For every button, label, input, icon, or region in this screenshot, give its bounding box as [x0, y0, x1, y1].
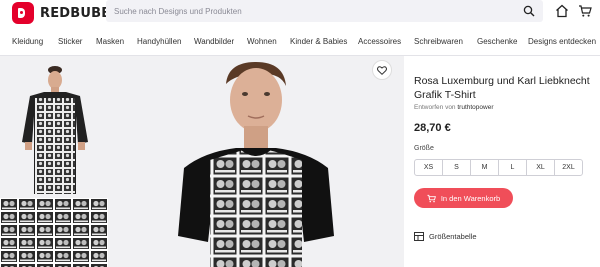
- search-icon[interactable]: [523, 5, 535, 17]
- heart-icon: [377, 65, 387, 75]
- header: REDBUBBLE: [0, 0, 600, 28]
- size-chart-link[interactable]: Größentabelle: [414, 232, 477, 241]
- search-input[interactable]: [114, 6, 514, 16]
- thumbnail-model-image[interactable]: [0, 56, 108, 198]
- designer-prefix: Entworfen von: [414, 104, 456, 111]
- add-to-cart-label: In den Warenkorb: [440, 193, 501, 203]
- redbubble-logo-icon: [12, 2, 34, 24]
- size-chart-icon: [414, 232, 424, 241]
- size-option-xs[interactable]: XS: [414, 159, 443, 176]
- product-main-image[interactable]: [108, 56, 404, 267]
- search-bar[interactable]: [106, 0, 543, 22]
- size-selector: XS S M L XL 2XL: [414, 159, 583, 176]
- nav-item-designs-entdecken[interactable]: Designs entdecken: [528, 37, 596, 46]
- category-nav: Kleidung Sticker Masken Handyhüllen Wand…: [0, 30, 600, 56]
- nav-item-sticker[interactable]: Sticker: [58, 37, 82, 46]
- nav-item-schreibwaren[interactable]: Schreibwaren: [414, 37, 463, 46]
- account-icon[interactable]: [555, 4, 569, 18]
- product-price: 28,70 €: [414, 122, 451, 134]
- cart-icon[interactable]: [578, 4, 592, 18]
- nav-item-wohnen[interactable]: Wohnen: [247, 37, 277, 46]
- thumbnail-pattern-image[interactable]: [0, 198, 108, 267]
- size-option-xl[interactable]: XL: [526, 159, 555, 176]
- nav-item-kleidung[interactable]: Kleidung: [12, 37, 43, 46]
- cart-icon: [427, 194, 436, 202]
- size-label: Größe: [414, 145, 434, 152]
- size-option-2xl[interactable]: 2XL: [554, 159, 583, 176]
- size-option-s[interactable]: S: [442, 159, 471, 176]
- nav-item-accessoires[interactable]: Accessoires: [358, 37, 401, 46]
- nav-item-wandbilder[interactable]: Wandbilder: [194, 37, 234, 46]
- nav-item-kinder-babies[interactable]: Kinder & Babies: [290, 37, 347, 46]
- add-to-cart-button[interactable]: In den Warenkorb: [414, 188, 513, 208]
- thumbnail-column: [0, 56, 108, 267]
- designer-link[interactable]: truthtopower: [457, 104, 493, 111]
- product-title: Rosa Luxemburg und Karl Liebknecht Grafi…: [414, 75, 590, 101]
- nav-item-handyhuellen[interactable]: Handyhüllen: [137, 37, 181, 46]
- nav-item-masken[interactable]: Masken: [96, 37, 124, 46]
- designer-credit: Entworfen von truthtopower: [414, 104, 494, 111]
- size-option-l[interactable]: L: [498, 159, 527, 176]
- favorite-button[interactable]: [372, 60, 392, 80]
- size-option-m[interactable]: M: [470, 159, 499, 176]
- nav-item-geschenke[interactable]: Geschenke: [477, 37, 517, 46]
- size-chart-label: Größentabelle: [429, 232, 477, 241]
